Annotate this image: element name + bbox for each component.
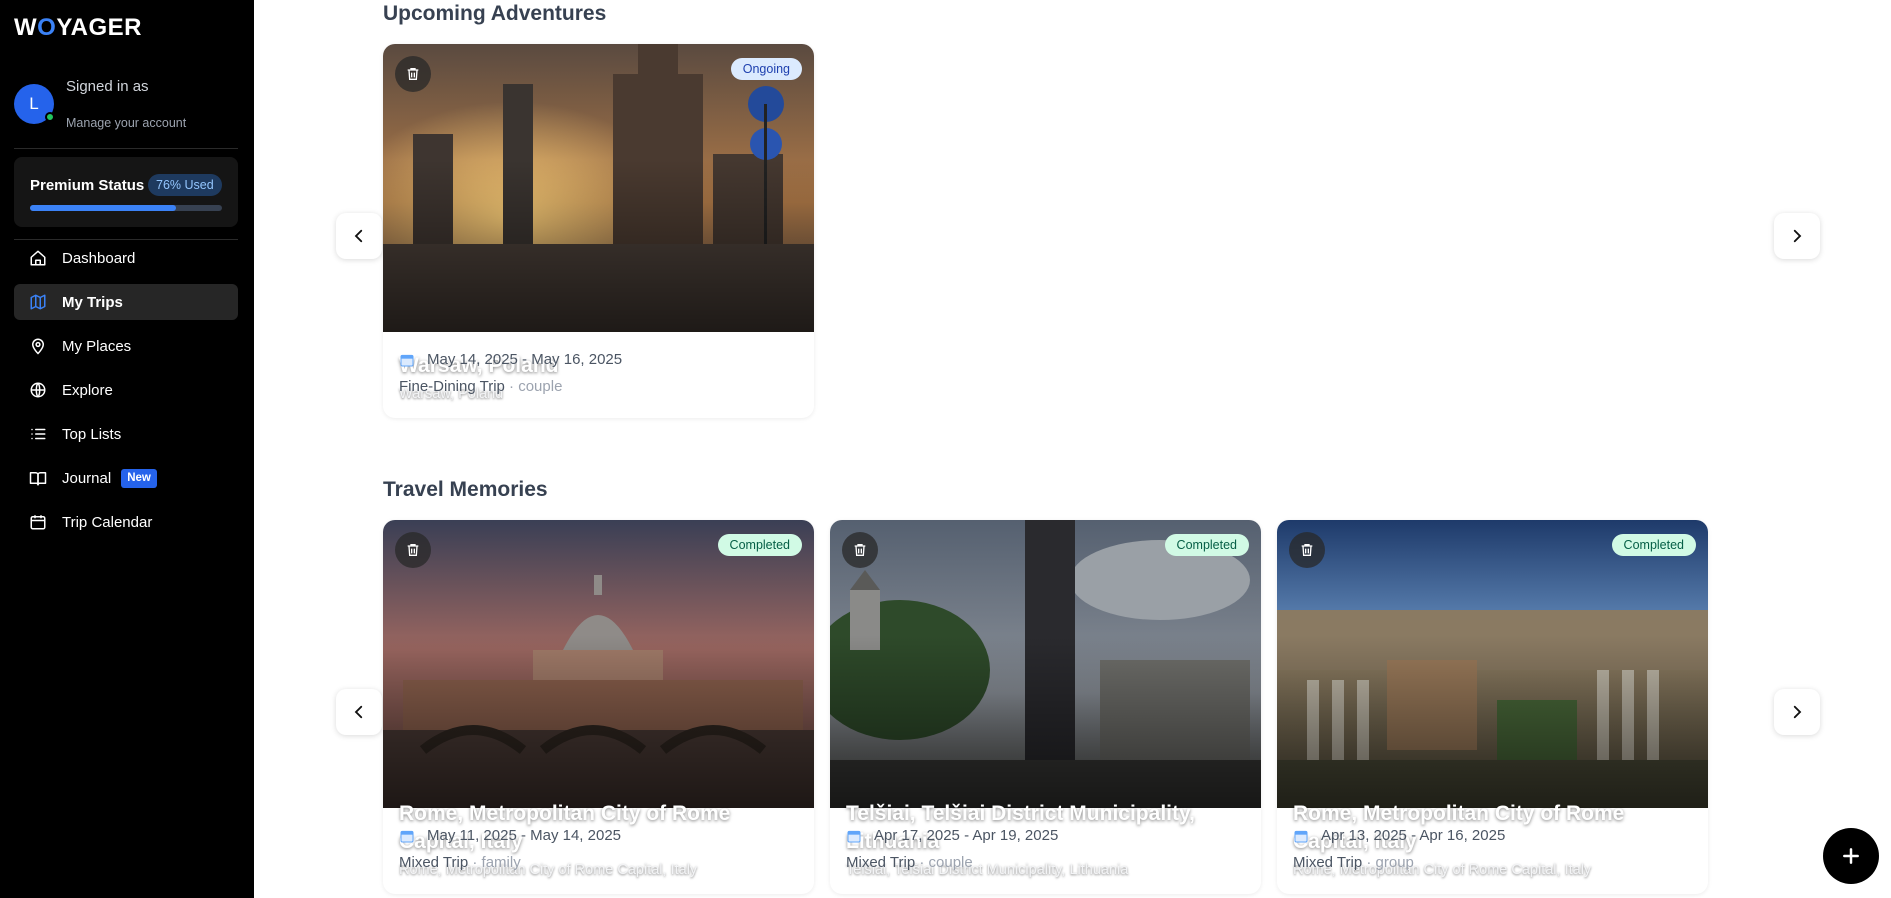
avatar[interactable]: L: [14, 84, 55, 124]
trash-icon: [407, 544, 419, 556]
book-icon: [28, 468, 48, 488]
trip-status-badge: Completed: [1164, 534, 1249, 556]
sidebar-item-label: Dashboard: [62, 249, 136, 267]
trip-dates: Apr 13, 2025 - Apr 16, 2025: [1293, 827, 1505, 844]
carousel-prev-button[interactable]: [336, 689, 382, 735]
premium-status-label: Premium Status: [30, 177, 145, 194]
trip-type: Mixed Trip · couple: [846, 854, 973, 871]
signed-in-label: Signed in as: [66, 78, 149, 95]
trip-status-badge: Completed: [717, 534, 802, 556]
globe-icon: [28, 380, 48, 400]
trash-icon: [1301, 544, 1313, 556]
calendar-icon: [847, 830, 861, 842]
trip-status-badge: Completed: [1611, 534, 1696, 556]
trip-type: Mixed Trip · family: [399, 854, 521, 871]
trip-card[interactable]: Completed Rome, Metropolitan City of Rom…: [1277, 520, 1708, 894]
chevron-right-icon: [1793, 229, 1802, 243]
plus-icon: [1843, 848, 1859, 864]
trip-dates: Apr 17, 2025 - Apr 19, 2025: [846, 827, 1058, 844]
add-trip-button[interactable]: [1823, 828, 1879, 884]
sidebar-item-label: Top Lists: [62, 425, 122, 443]
map-icon: [28, 292, 48, 312]
carousel-prev-button[interactable]: [336, 213, 382, 259]
carousel-next-button[interactable]: [1774, 213, 1820, 259]
trip-card[interactable]: Completed Rome, Metropolitan City of Rom…: [383, 520, 814, 894]
trip-photo: [830, 520, 1261, 808]
premium-usage-badge: 76% Used: [148, 174, 222, 196]
sidebar: WOYAGER L Signed in as Manage your accou…: [0, 0, 254, 898]
calendar-icon: [400, 354, 414, 366]
chevron-right-icon: [1793, 705, 1802, 719]
trip-photo: [383, 44, 814, 332]
sidebar-item-journal[interactable]: Journal New: [14, 460, 238, 496]
delete-trip-button[interactable]: [1289, 532, 1325, 568]
trip-card[interactable]: Ongoing Warsaw, Poland Warsaw, Poland Ma…: [383, 44, 814, 418]
new-badge: New: [121, 468, 157, 488]
sidebar-item-label: My Trips: [62, 293, 123, 311]
trip-photo: [383, 520, 814, 808]
calendar-icon: [28, 512, 48, 532]
section-title-memories: Travel Memories: [383, 478, 548, 501]
chevron-left-icon: [354, 229, 363, 243]
sidebar-item-label: Explore: [62, 381, 113, 399]
user-account[interactable]: L Signed in as Manage your account: [14, 76, 238, 146]
sidebar-item-top-lists[interactable]: Top Lists: [14, 416, 238, 452]
delete-trip-button[interactable]: [395, 56, 431, 92]
trash-icon: [854, 544, 866, 556]
trip-photo: [1277, 520, 1708, 808]
delete-trip-button[interactable]: [395, 532, 431, 568]
sidebar-item-label: My Places: [62, 337, 132, 355]
trip-type: Fine-Dining Trip · couple: [399, 378, 563, 395]
list-icon: [28, 424, 48, 444]
sidebar-item-dashboard[interactable]: Dashboard: [14, 240, 238, 276]
map-pin-icon: [28, 336, 48, 356]
sidebar-item-label: Trip Calendar: [62, 513, 153, 531]
divider: [14, 148, 238, 149]
premium-status-card: Premium Status 76% Used: [14, 157, 238, 227]
chevron-left-icon: [354, 705, 363, 719]
trip-dates: May 11, 2025 - May 14, 2025: [399, 827, 621, 844]
sidebar-item-my-trips[interactable]: My Trips: [14, 284, 238, 320]
delete-trip-button[interactable]: [842, 532, 878, 568]
carousel-next-button[interactable]: [1774, 689, 1820, 735]
calendar-icon: [400, 830, 414, 842]
premium-progress-fill: [30, 205, 176, 211]
calendar-icon: [1294, 830, 1308, 842]
sidebar-item-explore[interactable]: Explore: [14, 372, 238, 408]
home-icon: [28, 248, 48, 268]
online-status-dot: [45, 112, 55, 122]
trash-icon: [407, 68, 419, 80]
sidebar-item-my-places[interactable]: My Places: [14, 328, 238, 364]
trip-status-badge: Ongoing: [730, 58, 802, 80]
manage-account-link[interactable]: Manage your account: [66, 116, 186, 130]
section-title-upcoming: Upcoming Adventures: [383, 2, 607, 25]
trip-card[interactable]: Completed Telšiai, Telšiai District Muni…: [830, 520, 1261, 894]
sidebar-item-label: Journal: [62, 469, 112, 487]
app-logo[interactable]: WOYAGER: [14, 14, 142, 42]
trip-dates: May 14, 2025 - May 16, 2025: [399, 351, 622, 368]
sidebar-item-trip-calendar[interactable]: Trip Calendar: [14, 504, 238, 540]
premium-progress-bar: [30, 205, 222, 211]
sidebar-nav: Dashboard My Trips My Places Explore Top…: [14, 240, 238, 548]
trip-type: Mixed Trip · group: [1293, 854, 1414, 871]
